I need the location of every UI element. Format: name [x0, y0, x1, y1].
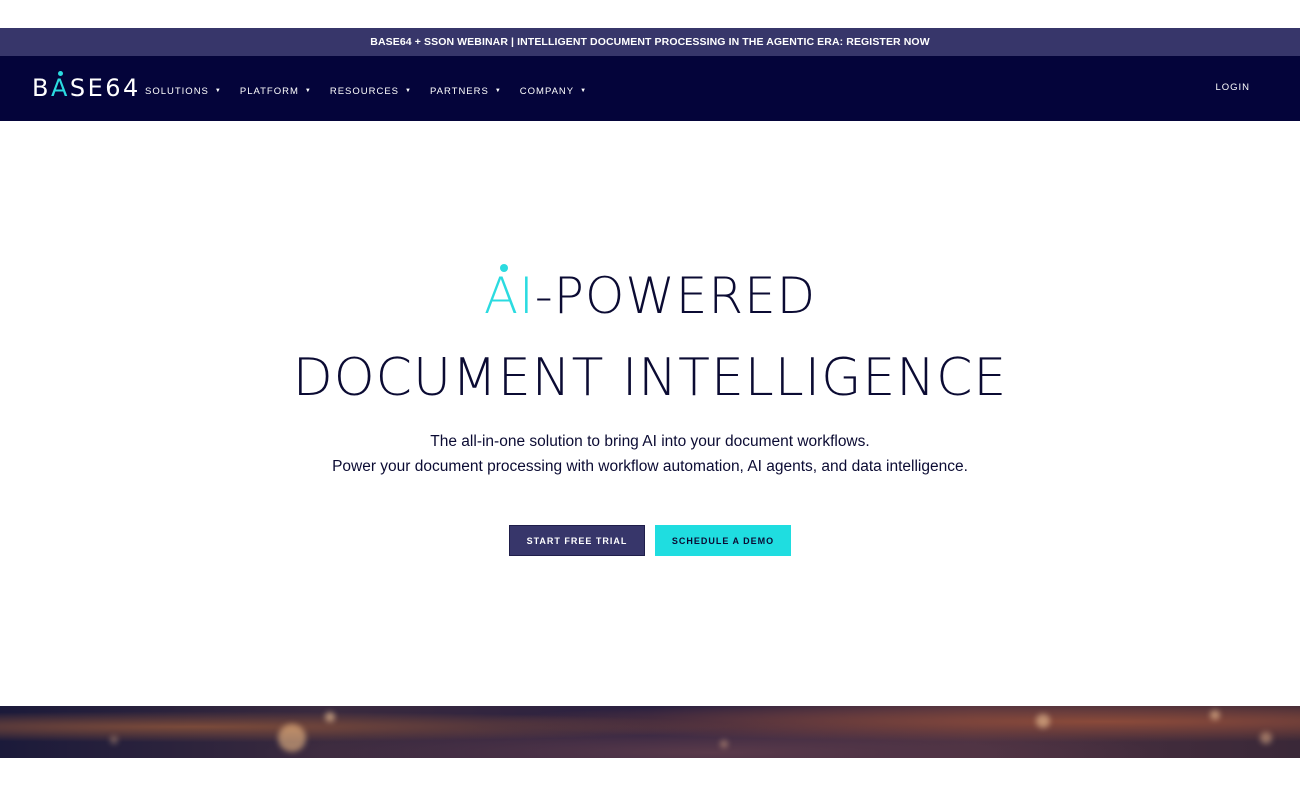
headline-accent-text: AI [483, 267, 535, 325]
hero-subtext-line2: Power your document processing with work… [332, 458, 968, 475]
decorative-banner-image [0, 706, 1300, 758]
bokeh-light [1260, 732, 1272, 744]
nav-item-label: PLATFORM [239, 85, 299, 97]
hero-headline-line1: AI -POWERED [0, 264, 1300, 328]
nav-item-company[interactable]: COMPANY ▼ [520, 81, 587, 97]
logo[interactable]: B A SE64 [32, 71, 141, 102]
bokeh-light [325, 712, 335, 722]
schedule-demo-button[interactable]: SCHEDULE A DEMO [655, 525, 791, 556]
logo-part-2: SE64 [69, 74, 141, 102]
bokeh-light [1210, 710, 1220, 720]
announcement-text: BASE64 + SSON WEBINAR | INTELLIGENT DOCU… [370, 36, 930, 48]
nav-item-label: PARTNERS [429, 85, 489, 97]
hero-headline-line2: DOCUMENT INTELLIGENCE [292, 348, 1008, 408]
caret-down-icon: ▼ [214, 88, 222, 94]
caret-down-icon: ▼ [494, 88, 502, 94]
hero-section: AI -POWERED DOCUMENT INTELLIGENCE The al… [0, 121, 1300, 706]
nav-item-label: COMPANY [519, 85, 575, 97]
logo-dot-icon [57, 71, 63, 76]
page: BASE64 + SSON WEBINAR | INTELLIGENT DOCU… [0, 0, 1300, 788]
caret-down-icon: ▼ [304, 88, 312, 94]
caret-down-icon: ▼ [580, 88, 588, 94]
logo-part-1: B [32, 74, 51, 102]
accent-dot-icon [499, 264, 508, 272]
nav-menu: SOLUTIONS ▼ PLATFORM ▼ RESOURCES ▼ PARTN… [145, 56, 605, 121]
top-gap [0, 0, 1300, 28]
bokeh-light [278, 724, 306, 752]
headline-accent: AI [484, 264, 535, 328]
cta-row: START FREE TRIAL SCHEDULE A DEMO [0, 525, 1300, 556]
hero-subtext: The all-in-one solution to bring AI into… [0, 429, 1300, 479]
nav-item-resources[interactable]: RESOURCES ▼ [330, 81, 412, 97]
nav-item-partners[interactable]: PARTNERS ▼ [430, 81, 502, 97]
headline-rest-text: -POWERED [534, 267, 817, 325]
announcement-bar[interactable]: BASE64 + SSON WEBINAR | INTELLIGENT DOCU… [0, 28, 1300, 56]
caret-down-icon: ▼ [405, 88, 412, 94]
navbar: B A SE64 SOLUTIONS ▼ PLATFORM ▼ RESOURCE… [0, 56, 1300, 121]
nav-item-platform[interactable]: PLATFORM ▼ [240, 81, 312, 97]
bokeh-light [1036, 714, 1050, 728]
logo-accent-letter: A [50, 71, 70, 102]
nav-item-label: SOLUTIONS [145, 85, 209, 97]
logo-accent-text: A [50, 74, 70, 102]
nav-item-solutions[interactable]: SOLUTIONS ▼ [145, 81, 222, 97]
login-link[interactable]: LOGIN [1215, 56, 1250, 121]
nav-item-label: RESOURCES [329, 85, 400, 97]
bokeh-light [720, 740, 728, 748]
hero-subtext-line1: The all-in-one solution to bring AI into… [430, 433, 870, 450]
bottom-gap [0, 758, 1300, 788]
bokeh-light [110, 736, 118, 744]
start-free-trial-button[interactable]: START FREE TRIAL [509, 525, 645, 556]
